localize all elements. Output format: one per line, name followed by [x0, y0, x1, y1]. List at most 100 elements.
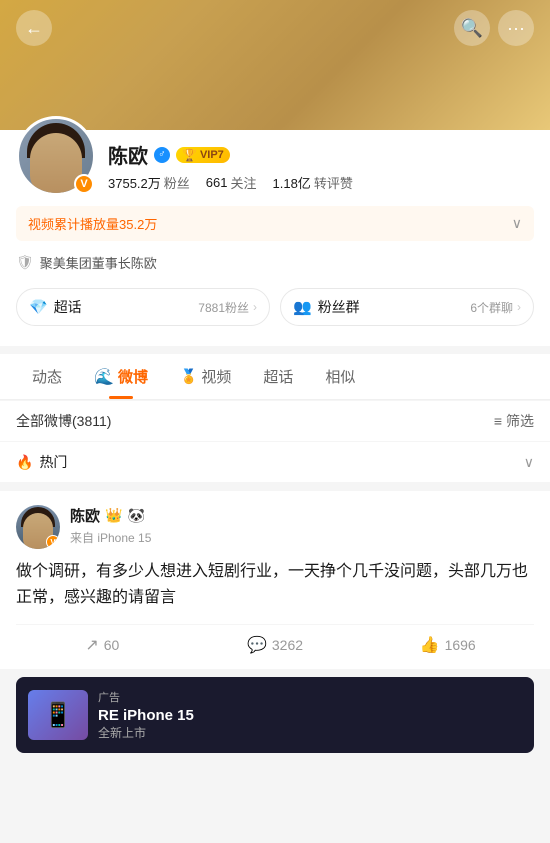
hot-chevron-icon: ∨	[524, 454, 534, 471]
like-icon: 👍	[420, 635, 440, 655]
weibo-icon: 🌊	[94, 367, 114, 387]
likes-label: 转评赞	[314, 173, 353, 192]
vip-badge: 🏆 VIP7	[176, 147, 230, 163]
profile-name: 陈欧	[108, 140, 148, 169]
tabs: 动态 🌊 微博 🏅 视频 超话 相似	[0, 354, 550, 399]
video-plays-label: 视频累计播放量	[28, 217, 119, 232]
tab-weibo[interactable]: 🌊 微博	[78, 354, 164, 399]
post-content: 做个调研，有多少人想进入短剧行业，一天挣个几千没问题，头部几万也正常，感兴趣的请…	[16, 559, 534, 610]
hot-label: 热门	[39, 452, 67, 472]
weibo-count: (3811)	[72, 413, 111, 429]
post-actions: ↗ 60 💬 3262 👍 1696	[16, 624, 534, 655]
fans-group-button[interactable]: 👥 粉丝群 6个群聊 ›	[280, 288, 534, 326]
filter-button[interactable]: ≡ 筛选	[494, 411, 534, 431]
post-avatar[interactable]: V	[16, 505, 60, 549]
followers-stat: 3755.2万 粉丝	[108, 173, 190, 192]
profile-section: V 陈欧 ♂ 🏆 VIP7 3755.2万 粉丝 661 关注	[0, 130, 550, 346]
share-count: 60	[104, 637, 120, 653]
nav-bar: ← 🔍 ···	[0, 0, 550, 56]
tab-weibo-label: 微博	[118, 366, 148, 387]
filter-bar: 全部微博(3811) ≡ 筛选	[0, 401, 550, 441]
ad-text-area: 广告 RE iPhone 15 全新上市	[98, 689, 522, 741]
group-chevron: ›	[517, 300, 521, 314]
panda-icon: 🐼	[127, 507, 144, 524]
super-topic-left: 💎 超话	[29, 297, 82, 317]
followers-label: 粉丝	[164, 173, 190, 192]
shield-icon: 🛡	[16, 254, 34, 271]
hot-fire-icon: 🔥	[16, 454, 33, 471]
filter-label: 筛选	[506, 411, 534, 431]
hot-left: 🔥 热门	[16, 452, 67, 472]
like-action[interactable]: 👍 1696	[361, 635, 534, 655]
fans-group-label: 粉丝群	[318, 297, 360, 317]
avatar-row: V 陈欧 ♂ 🏆 VIP7 3755.2万 粉丝 661 关注	[16, 130, 534, 196]
back-button[interactable]: ←	[16, 10, 52, 46]
post-card: V 陈欧 👑 🐼 来自 iPhone 15 做个调研，有多少人想进入短剧行业，一…	[0, 491, 550, 669]
nav-right: 🔍 ···	[454, 10, 534, 46]
bio-text: 聚美集团董事长陈欧	[40, 253, 157, 272]
following-count: 661	[206, 175, 228, 190]
tab-dongtai-label: 动态	[32, 366, 62, 387]
ad-image: 📱	[28, 690, 88, 740]
likes-stat: 1.18亿 转评赞	[273, 173, 353, 192]
ad-banner[interactable]: 📱 广告 RE iPhone 15 全新上市	[16, 677, 534, 753]
avatar-wrap: V	[16, 116, 96, 196]
video-stats-text: 视频累计播放量35.2万	[28, 214, 157, 233]
post-header: V 陈欧 👑 🐼 来自 iPhone 15	[16, 505, 534, 549]
post-username[interactable]: 陈欧	[70, 505, 100, 526]
vip-level: VIP7	[200, 149, 224, 161]
post-verified-badge: V	[46, 535, 60, 549]
tabs-container: 动态 🌊 微博 🏅 视频 超话 相似	[0, 354, 550, 400]
post-user-info: 陈欧 👑 🐼 来自 iPhone 15	[70, 505, 151, 546]
tab-supertopic[interactable]: 超话	[247, 354, 309, 399]
stats-row: 3755.2万 粉丝 661 关注 1.18亿 转评赞	[108, 173, 534, 192]
ad-title: RE iPhone 15	[98, 707, 522, 724]
group-count: 6个群聊	[470, 299, 513, 316]
banner: ← 🔍 ···	[0, 0, 550, 130]
filter-left: 全部微博(3811)	[16, 411, 111, 431]
comment-action[interactable]: 💬 3262	[189, 635, 362, 655]
like-count: 1696	[445, 637, 476, 653]
super-topic-chevron: ›	[253, 300, 257, 314]
super-topic-fans: 7881粉丝	[198, 299, 249, 316]
ad-label: 广告	[98, 689, 522, 705]
fans-group-left: 👥 粉丝群	[293, 297, 360, 317]
all-weibo-label: 全部微博	[16, 413, 72, 429]
comment-count: 3262	[272, 637, 303, 653]
filter-lines-icon: ≡	[494, 413, 502, 429]
tab-video-label: 视频	[201, 366, 231, 387]
group-icon: 👥	[293, 298, 312, 316]
super-topic-button[interactable]: 💎 超话 7881粉丝 ›	[16, 288, 270, 326]
tab-related[interactable]: 相似	[309, 354, 371, 399]
post-username-row: 陈欧 👑 🐼	[70, 505, 151, 526]
search-button[interactable]: 🔍	[454, 10, 490, 46]
share-action[interactable]: ↗ 60	[16, 635, 189, 655]
crown-icon: 👑	[105, 507, 122, 524]
video-stats-bar[interactable]: 视频累计播放量35.2万 ∨	[16, 206, 534, 241]
tab-video[interactable]: 🏅 视频	[164, 354, 247, 399]
video-plays-count: 35.2万	[119, 217, 157, 232]
comment-icon: 💬	[247, 635, 267, 655]
chevron-down-icon: ∨	[512, 215, 522, 232]
followers-count: 3755.2万	[108, 173, 161, 192]
super-topic-label: 超话	[54, 297, 82, 317]
verified-badge: V	[74, 174, 94, 194]
more-button[interactable]: ···	[498, 10, 534, 46]
tab-supertopic-label: 超话	[263, 366, 293, 387]
following-stat: 661 关注	[206, 173, 257, 192]
action-buttons: 💎 超话 7881粉丝 › 👥 粉丝群 6个群聊 ›	[16, 288, 534, 326]
share-icon: ↗	[85, 635, 98, 655]
tab-related-label: 相似	[325, 366, 355, 387]
hot-bar[interactable]: 🔥 热门 ∨	[0, 442, 550, 483]
ad-subtitle: 全新上市	[98, 724, 522, 741]
likes-count: 1.18亿	[273, 173, 311, 192]
gender-icon: ♂	[154, 147, 170, 163]
post-source: 来自 iPhone 15	[70, 529, 151, 546]
following-label: 关注	[230, 173, 256, 192]
name-row: 陈欧 ♂ 🏆 VIP7	[108, 140, 534, 169]
tab-dongtai[interactable]: 动态	[16, 354, 78, 399]
profile-info: 陈欧 ♂ 🏆 VIP7 3755.2万 粉丝 661 关注 1.18亿	[108, 140, 534, 196]
video-tab-icon: 🏅	[180, 368, 197, 385]
diamond-icon: 💎	[29, 298, 48, 316]
vip-icon: 🏆	[182, 148, 197, 162]
